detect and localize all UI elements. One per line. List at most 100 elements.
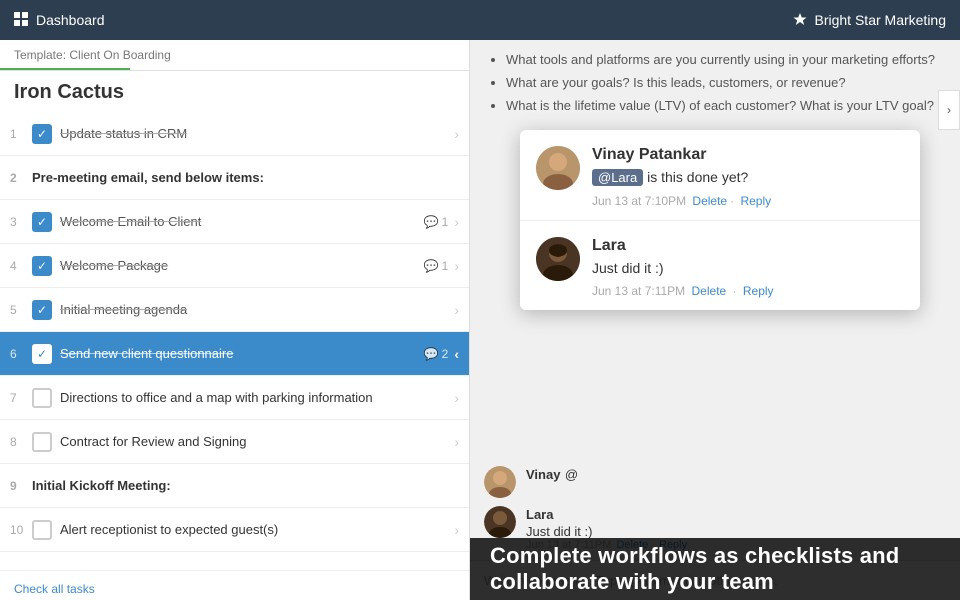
- comment-header: Vinay Patankar @Lara is this done yet? J…: [536, 146, 904, 208]
- company-name: Bright Star Marketing: [815, 12, 947, 28]
- comment-icon: 💬: [424, 215, 439, 229]
- activity-comment: Just did it :): [526, 524, 946, 539]
- activity-user-name: Lara: [526, 507, 553, 522]
- comment-popup: Vinay Patankar @Lara is this done yet? J…: [520, 130, 920, 310]
- chevron-right-icon: ›: [454, 302, 459, 318]
- comment-time: Jun 13 at 7:11PM: [592, 284, 685, 298]
- delete-link[interactable]: Delete: [692, 194, 727, 208]
- task-row[interactable]: 10 Alert receptionist to expected guest(…: [0, 508, 469, 552]
- task-text: Welcome Email to Client: [60, 214, 424, 229]
- comment-entry-vinay: Vinay Patankar @Lara is this done yet? J…: [520, 130, 920, 221]
- task-num: 2: [10, 171, 32, 185]
- task-badge: 💬 1: [424, 215, 449, 229]
- task-num: 5: [10, 303, 32, 317]
- task-num: 8: [10, 435, 32, 449]
- caption-text: Complete workflows as checklists and col…: [490, 543, 940, 595]
- task-text: Contract for Review and Signing: [60, 434, 454, 449]
- check-mark: ✓: [37, 216, 47, 228]
- activity-comment-text: @: [565, 467, 578, 482]
- task-text: Directions to office and a map with park…: [60, 390, 454, 405]
- reply-link[interactable]: Reply: [740, 194, 771, 208]
- task-list: 1 ✓ Update status in CRM › 2 Pre-meeting…: [0, 112, 469, 570]
- comment-icon: 💬: [424, 347, 439, 361]
- task-num: 6: [10, 347, 32, 361]
- left-panel: Template: Client On Boarding Iron Cactus…: [0, 40, 470, 600]
- comment-body-vinay: Vinay Patankar @Lara is this done yet? J…: [592, 146, 904, 208]
- task-num: 7: [10, 391, 32, 405]
- task-num: 3: [10, 215, 32, 229]
- comment-meta: Jun 13 at 7:10PM Delete· Reply: [592, 194, 904, 208]
- comment-text: @Lara is this done yet?: [592, 168, 904, 188]
- task-text: Pre-meeting email, send below items:: [32, 170, 459, 185]
- task-checkbox[interactable]: [32, 432, 52, 452]
- star-icon: [793, 12, 807, 29]
- chevron-right-icon: ›: [454, 522, 459, 538]
- comment-entry-lara: Lara Just did it :) Jun 13 at 7:11PM Del…: [520, 221, 920, 311]
- header-left: Dashboard: [14, 12, 105, 29]
- comment-time: Jun 13 at 7:10PM: [592, 194, 686, 208]
- mention-tag: @Lara: [592, 169, 643, 186]
- task-row: 2 Pre-meeting email, send below items:: [0, 156, 469, 200]
- chevron-right-icon: ›: [454, 434, 459, 450]
- task-num: 4: [10, 259, 32, 273]
- task-row: 9 Initial Kickoff Meeting:: [0, 464, 469, 508]
- comment-header: Lara Just did it :) Jun 13 at 7:11PM Del…: [536, 237, 904, 299]
- task-checkbox[interactable]: ✓: [32, 212, 52, 232]
- header-right: Bright Star Marketing: [793, 12, 947, 29]
- chevron-right-icon: ›: [454, 214, 459, 230]
- chevron-left-icon: ‹: [454, 346, 459, 362]
- task-badge: 💬 1: [424, 259, 449, 273]
- check-mark: ✓: [37, 304, 47, 316]
- commenter-name: Lara: [592, 237, 904, 255]
- activity-content: Vinay @: [526, 466, 946, 484]
- check-mark: ✓: [37, 348, 47, 360]
- task-row[interactable]: 5 ✓ Initial meeting agenda ›: [0, 288, 469, 332]
- project-title: Iron Cactus: [0, 71, 469, 112]
- task-row[interactable]: 8 Contract for Review and Signing ›: [0, 420, 469, 464]
- task-num: 9: [10, 479, 32, 493]
- task-checkbox[interactable]: ✓: [32, 344, 52, 364]
- reply-link[interactable]: Reply: [743, 284, 774, 298]
- badge-count: 2: [442, 347, 449, 361]
- activity-row-vinay: Vinay @: [484, 466, 946, 498]
- task-checkbox[interactable]: [32, 520, 52, 540]
- check-all-tasks-link[interactable]: Check all tasks: [14, 582, 95, 596]
- commenter-name: Vinay Patankar: [592, 146, 904, 164]
- bullet-item: What is the lifetime value (LTV) of each…: [506, 96, 944, 117]
- task-checkbox[interactable]: ✓: [32, 124, 52, 144]
- task-row[interactable]: 1 ✓ Update status in CRM ›: [0, 112, 469, 156]
- avatar-vinay: [536, 146, 580, 190]
- bullet-item: What tools and platforms are you current…: [506, 50, 944, 71]
- task-row-active[interactable]: 6 ✓ Send new client questionnaire 💬 2 ‹: [0, 332, 469, 376]
- dashboard-title[interactable]: Dashboard: [36, 12, 105, 28]
- task-row[interactable]: 4 ✓ Welcome Package 💬 1 ›: [0, 244, 469, 288]
- task-checkbox[interactable]: ✓: [32, 256, 52, 276]
- task-row[interactable]: 7 Directions to office and a map with pa…: [0, 376, 469, 420]
- task-row[interactable]: 3 ✓ Welcome Email to Client 💬 1 ›: [0, 200, 469, 244]
- task-num: 1: [10, 127, 32, 141]
- task-badge: 💬 2: [424, 347, 449, 361]
- task-checkbox[interactable]: ✓: [32, 300, 52, 320]
- bullet-item: What are your goals? Is this leads, cust…: [506, 73, 944, 94]
- task-checkbox[interactable]: [32, 388, 52, 408]
- grid-icon: [14, 12, 28, 29]
- template-label: Template: Client On Boarding: [14, 48, 171, 62]
- app-header: Dashboard Bright Star Marketing: [0, 0, 960, 40]
- chevron-right-icon: ›: [454, 258, 459, 274]
- activity-user-name: Vinay: [526, 467, 560, 482]
- task-text: Update status in CRM: [60, 126, 454, 141]
- delete-link[interactable]: Delete: [692, 284, 727, 298]
- scroll-right-button[interactable]: ›: [938, 90, 960, 130]
- template-bar: Template: Client On Boarding: [0, 40, 469, 71]
- badge-count: 1: [442, 215, 449, 229]
- task-text: Welcome Package: [60, 258, 424, 273]
- task-text: Initial meeting agenda: [60, 302, 454, 317]
- comment-icon: 💬: [424, 259, 439, 273]
- check-mark: ✓: [37, 260, 47, 272]
- check-mark: ✓: [37, 128, 47, 140]
- comment-text: Just did it :): [592, 259, 904, 279]
- comment-body-lara: Lara Just did it :) Jun 13 at 7:11PM Del…: [592, 237, 904, 299]
- task-text: Initial Kickoff Meeting:: [32, 478, 459, 493]
- caption-bar: Complete workflows as checklists and col…: [470, 538, 960, 600]
- comment-body-text: is this done yet?: [647, 169, 748, 185]
